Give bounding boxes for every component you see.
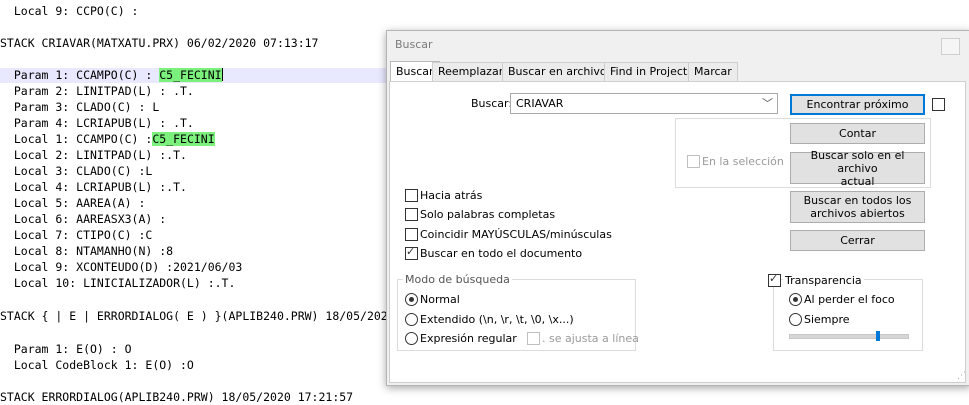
editor-line-text: Local 1: CCAMPO(C) : — [0, 132, 153, 146]
mode-normal-label: Normal — [420, 293, 460, 306]
mode-extended-radio[interactable] — [405, 313, 418, 326]
find-dialog: Buscar Buscar Reemplazar Buscar en archi… — [386, 30, 969, 386]
dialog-titlebar[interactable]: Buscar — [387, 31, 969, 59]
dot-newline-checkbox[interactable] — [527, 332, 540, 345]
editor-line: Local 6: AAREASX3(A) : — [0, 212, 167, 226]
button-label-line: actual — [840, 174, 875, 188]
backward-label: Hacia atrás — [420, 189, 483, 202]
whole-words-label: Solo palabras completas — [420, 208, 556, 221]
editor-line: Local 8: NTAMANHO(N) :8 — [0, 244, 174, 258]
search-current-file-button[interactable]: Buscar solo en el archivo actual — [790, 148, 925, 188]
transparency-checkbox[interactable] — [768, 272, 781, 287]
tab-find-in-projects[interactable]: Find in Projects — [604, 62, 699, 81]
transparency-slider-thumb[interactable] — [876, 331, 880, 341]
transparency-title: Transparencia — [783, 274, 864, 287]
editor-line-text: Param 1: CCAMPO(C) : — [0, 68, 160, 82]
editor-line: Local CodeBlock 1: E(O) :O — [0, 358, 194, 372]
search-label: Buscar: — [471, 97, 513, 110]
search-mode-title: Modo de búsqueda — [403, 273, 512, 286]
editor-line: Local 9: CCPO(C) : — [0, 4, 139, 18]
search-highlight: C5_FECINI — [152, 132, 215, 146]
editor-line: Local 9: XCONTEUDO(D) :2021/06/03 — [0, 260, 243, 274]
button-label-line: Buscar en todos los — [803, 194, 912, 207]
editor-line: Local 2: LINITPAD(L) :.T. — [0, 148, 187, 162]
mode-regex-radio[interactable] — [405, 332, 418, 345]
find-next-button[interactable]: Encontrar próximo — [790, 94, 925, 115]
tab-marcar[interactable]: Marcar — [688, 62, 738, 81]
search-input-value: CRIAVAR — [516, 97, 564, 110]
transparency-lose-focus-radio[interactable] — [789, 293, 802, 306]
tab-buscar-en-archivos[interactable]: Buscar en archivos — [502, 62, 619, 81]
editor-line: Local 1: CCAMPO(C) :C5_FECINI — [0, 132, 215, 147]
editor-line: Local 7: CTIPO(C) :C — [0, 228, 153, 242]
editor-line: STACK CRIAVAR(MATXATU.PRX) 06/02/2020 07… — [0, 36, 319, 50]
match-case-label: Coincidir MAYÚSCULAS/minúsculas — [420, 228, 612, 241]
resize-grip-icon[interactable]: ⋰ — [957, 371, 966, 381]
text-caret — [221, 68, 223, 81]
editor-line: Param 4: LCRIAPUB(L) : .T. — [0, 116, 194, 130]
search-all-open-files-button[interactable]: Buscar en todos los archivos abiertos — [790, 191, 925, 223]
count-button[interactable]: Contar — [790, 123, 925, 144]
backward-checkbox[interactable] — [405, 189, 418, 202]
close-button[interactable]: Cerrar — [790, 230, 925, 251]
dialog-title: Buscar — [395, 38, 433, 51]
match-case-checkbox[interactable] — [405, 228, 418, 241]
editor-line: STACK ERRORDIALOG(APLIB240.PRW) 18/05/20… — [0, 390, 354, 404]
transparency-slider[interactable] — [789, 334, 909, 339]
in-selection-checkbox[interactable] — [687, 155, 700, 168]
button-label-line: Buscar solo en el archivo — [810, 148, 905, 175]
in-selection-label: En la selección — [702, 155, 784, 168]
mode-regex-label: Expresión regular — [420, 332, 517, 345]
search-input[interactable]: CRIAVAR ﹀ — [510, 93, 778, 114]
transparency-always-label: Siempre — [804, 313, 850, 326]
editor-line: Local 3: CLADO(C) :L — [0, 164, 153, 178]
editor-line: Param 2: LINITPAD(L) : .T. — [0, 84, 194, 98]
mode-extended-label: Extendido (\n, \r, \t, \0, \x...) — [420, 313, 574, 326]
mode-normal-radio[interactable] — [405, 293, 418, 306]
editor-line: Param 1: E(O) : O — [0, 342, 132, 356]
whole-words-checkbox[interactable] — [405, 208, 418, 221]
editor-line: Local 10: LINICIALIZADOR(L) :.T. — [0, 276, 236, 290]
pin-checkbox[interactable] — [932, 98, 945, 111]
wrap-around-checkbox[interactable] — [405, 245, 418, 260]
chevron-down-icon[interactable]: ﹀ — [762, 95, 773, 111]
editor-line: Param 3: CLADO(C) : L — [0, 100, 160, 114]
search-highlight: C5_FECINI — [159, 68, 222, 82]
close-icon[interactable] — [941, 38, 960, 55]
dot-newline-label: . se ajusta a línea — [542, 332, 639, 345]
transparency-always-radio[interactable] — [789, 313, 802, 326]
transparency-lose-focus-label: Al perder el foco — [804, 293, 895, 306]
editor-line: Local 4: LCRIAPUB(L) :.T. — [0, 180, 187, 194]
button-label-line: archivos abiertos — [810, 207, 905, 220]
tab-reemplazar[interactable]: Reemplazar — [432, 62, 510, 81]
editor-line: Local 5: AAREA(A) : — [0, 196, 146, 210]
wrap-around-label: Buscar en todo el documento — [420, 247, 583, 260]
